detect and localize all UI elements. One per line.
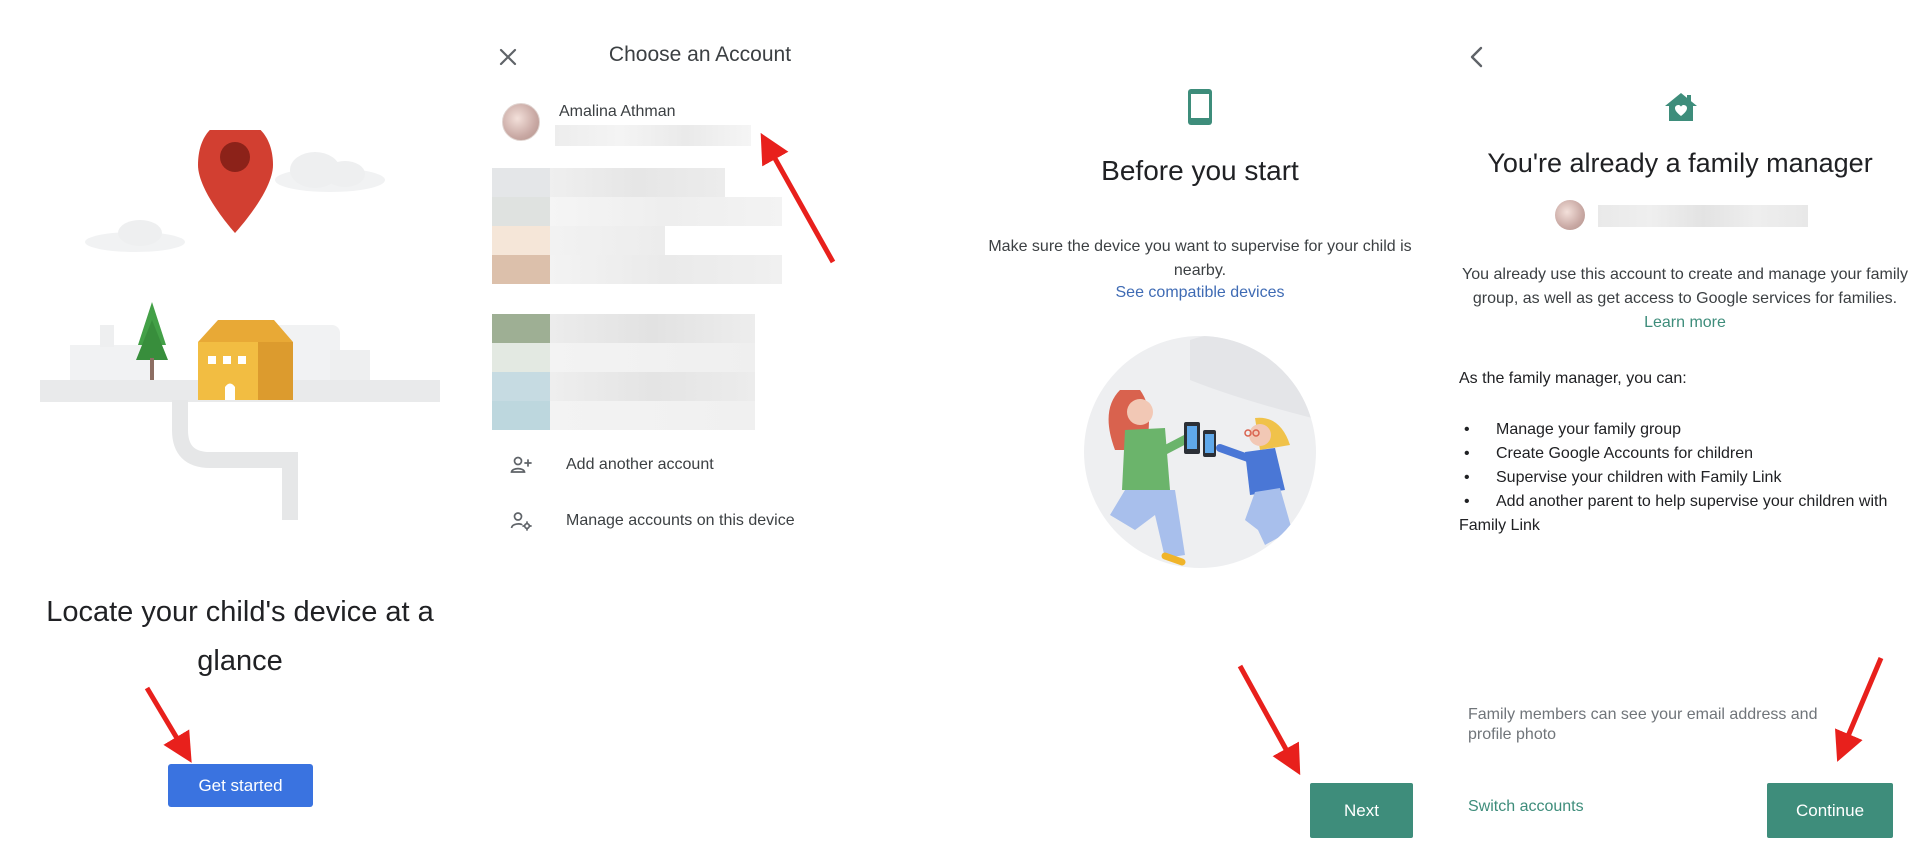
onboarding-locate-panel: Locate your child's device at a glance G… [0,0,480,853]
page-title: Locate your child's device at a glance [46,596,434,677]
avatar [502,103,540,141]
phone-icon [1188,89,1212,125]
get-started-button[interactable]: Get started [168,764,313,807]
page-title: You're already a family manager [1487,148,1873,178]
manage-accounts-label: Manage accounts on this device [566,512,795,529]
account-item[interactable]: Amalina Athman [502,100,922,150]
add-another-account-label: Add another account [566,456,714,473]
description-text: You already use this account to create a… [1460,263,1910,335]
close-button[interactable] [493,42,523,72]
choose-account-panel: Choose an Account Amalina Athman Add ano… [480,0,960,853]
avatar [1555,200,1585,230]
see-compatible-devices-link[interactable]: See compatible devices [1000,284,1400,302]
family-home-icon [1665,93,1697,121]
redacted-accounts-group-2 [492,314,782,430]
redacted-email [555,125,751,146]
capabilities-heading: As the family manager, you can: [1459,370,1687,387]
list-item: Manage your family group [1459,418,1899,442]
chevron-left-icon [1470,46,1483,68]
list-item: Add another parent to help supervise you… [1459,490,1899,538]
parent-child-devices-illustration [1084,336,1316,568]
page-title: Before you start [1101,155,1299,186]
privacy-note: Family members can see your email addres… [1468,706,1818,743]
manage-accounts-button[interactable]: Manage accounts on this device [508,501,868,541]
manage-accounts-icon [508,508,534,534]
list-item: Create Google Accounts for children [1459,442,1899,466]
add-person-icon [508,452,534,478]
list-item: Supervise your children with Family Link [1459,466,1899,490]
description-body: You already use this account to create a… [1462,266,1908,307]
capabilities-list: Manage your family group Create Google A… [1459,418,1899,538]
family-manager-panel: You're already a family manager You alre… [1440,0,1920,853]
add-another-account-button[interactable]: Add another account [508,445,868,485]
page-title: Choose an Account [608,43,792,66]
switch-accounts-link[interactable]: Switch accounts [1468,798,1584,816]
redacted-email [1598,205,1808,227]
description-text: Make sure the device you want to supervi… [988,238,1412,279]
back-button[interactable] [1462,42,1492,72]
map-location-illustration [40,130,440,520]
learn-more-link[interactable]: Learn more [1644,314,1726,331]
next-button[interactable]: Next [1310,783,1413,838]
close-icon [499,48,517,66]
account-name: Amalina Athman [559,103,676,120]
redacted-accounts-group-1 [492,168,782,284]
before-you-start-panel: Before you start Make sure the device yo… [960,0,1440,853]
continue-button[interactable]: Continue [1767,783,1893,838]
